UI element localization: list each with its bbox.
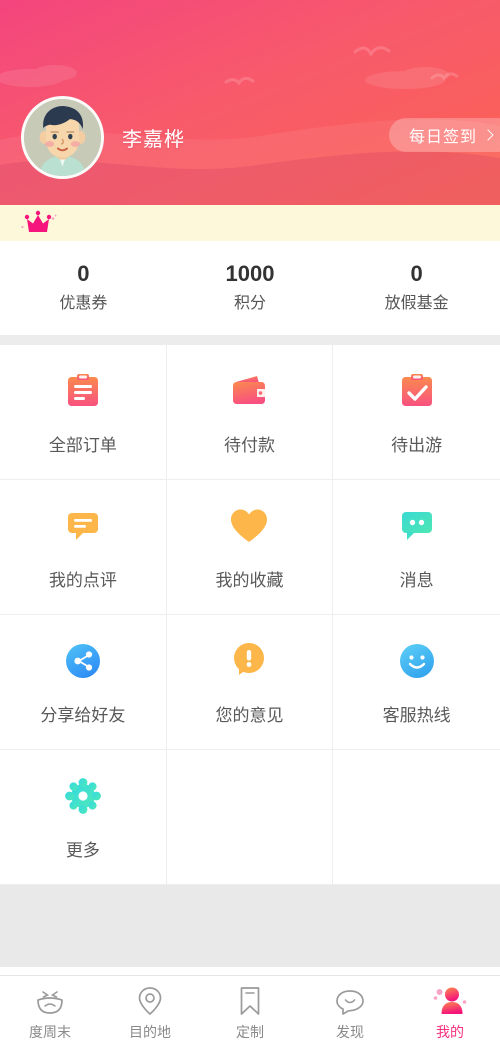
- stat-label: 积分: [234, 295, 267, 312]
- tab-custom[interactable]: 定制: [200, 986, 300, 1042]
- avatar[interactable]: [21, 96, 104, 179]
- menu-grid-empty-cell: [166, 750, 334, 885]
- daily-checkin-button[interactable]: 每日签到: [388, 118, 500, 152]
- tab-weekend[interactable]: 度周末: [0, 986, 100, 1042]
- tab-mine[interactable]: 我的: [400, 986, 500, 1042]
- bottom-navigation: 度周末 目的地 定制 发现 我的: [0, 975, 500, 1051]
- menu-item-share-to-friends[interactable]: 分享给好友: [0, 615, 167, 750]
- menu-item-label: 消息: [399, 570, 434, 590]
- bookmark-icon: [238, 986, 262, 1016]
- menu-item-label: 您的意见: [215, 705, 284, 725]
- section-divider: [0, 335, 500, 345]
- menu-item-feedback[interactable]: 您的意见: [166, 615, 334, 750]
- heart-icon: [229, 504, 269, 548]
- menu-grid-empty-cell: [333, 750, 500, 885]
- stat-coupons[interactable]: 0 优惠券: [0, 259, 167, 317]
- tab-discover[interactable]: 发现: [300, 986, 400, 1042]
- crown-icon: [21, 210, 57, 232]
- tab-label: 定制: [236, 1023, 264, 1040]
- username: 李嘉桦: [122, 129, 185, 151]
- menu-grid: 全部订单 待付款 待出游 我的点评 我的收藏 消息 分享给好友 您的意见 客服热…: [0, 345, 500, 885]
- tab-label: 发现: [336, 1023, 364, 1040]
- message-dots-icon: [398, 504, 436, 548]
- menu-item-label: 我的收藏: [215, 570, 284, 590]
- membership-banner[interactable]: [0, 205, 500, 241]
- menu-item-label: 客服热线: [382, 705, 451, 725]
- menu-item-label: 全部订单: [48, 435, 117, 455]
- stat-value: 1000: [225, 261, 275, 286]
- share-circle-icon: [65, 639, 101, 683]
- menu-item-pending-trip[interactable]: 待出游: [333, 345, 500, 480]
- person-icon: [433, 986, 467, 1016]
- menu-item-messages[interactable]: 消息: [333, 480, 500, 615]
- profile-header: 李嘉桦 每日签到: [0, 0, 500, 205]
- menu-item-label: 待出游: [391, 435, 443, 455]
- stat-label: 放假基金: [384, 295, 449, 312]
- menu-item-all-orders[interactable]: 全部订单: [0, 345, 167, 480]
- gear-icon: [64, 774, 101, 818]
- menu-item-more[interactable]: 更多: [0, 750, 167, 885]
- stat-value: 0: [77, 261, 90, 286]
- stat-value: 0: [410, 261, 423, 286]
- wallet-icon: [229, 369, 269, 413]
- bottom-spacer: [0, 885, 500, 967]
- menu-item-label: 我的点评: [48, 570, 117, 590]
- location-pin-icon: [137, 986, 163, 1016]
- menu-item-my-favorites[interactable]: 我的收藏: [166, 480, 334, 615]
- stat-points[interactable]: 1000 积分: [167, 259, 334, 317]
- menu-item-my-reviews[interactable]: 我的点评: [0, 480, 167, 615]
- chat-smile-icon: [335, 986, 365, 1016]
- smiling-face-icon: [35, 986, 65, 1016]
- tab-label: 我的: [436, 1023, 464, 1040]
- menu-item-label: 更多: [65, 840, 100, 860]
- feedback-alert-icon: [230, 639, 268, 683]
- tab-destination[interactable]: 目的地: [100, 986, 200, 1042]
- menu-item-pending-payment[interactable]: 待付款: [166, 345, 334, 480]
- clipboard-check-icon: [398, 369, 436, 413]
- clipboard-list-icon: [64, 369, 102, 413]
- smiley-circle-icon: [399, 639, 435, 683]
- user-avatar-icon: [24, 99, 101, 176]
- stat-label: 优惠券: [59, 295, 108, 312]
- profile-screen: 李嘉桦 每日签到 0 优惠券 1000 积分 0 放假基金 全部订单 待付款 待…: [0, 0, 500, 1051]
- stat-holiday-fund[interactable]: 0 放假基金: [333, 259, 500, 317]
- tab-label: 度周末: [29, 1023, 71, 1040]
- daily-checkin-label: 每日签到: [408, 129, 477, 146]
- comment-lines-icon: [64, 504, 102, 548]
- tab-label: 目的地: [129, 1023, 171, 1040]
- stats-row: 0 优惠券 1000 积分 0 放假基金: [0, 241, 500, 335]
- menu-item-customer-service[interactable]: 客服热线: [333, 615, 500, 750]
- menu-item-label: 待付款: [223, 435, 275, 455]
- chevron-right-icon: [482, 129, 494, 141]
- menu-item-label: 分享给好友: [40, 705, 126, 725]
